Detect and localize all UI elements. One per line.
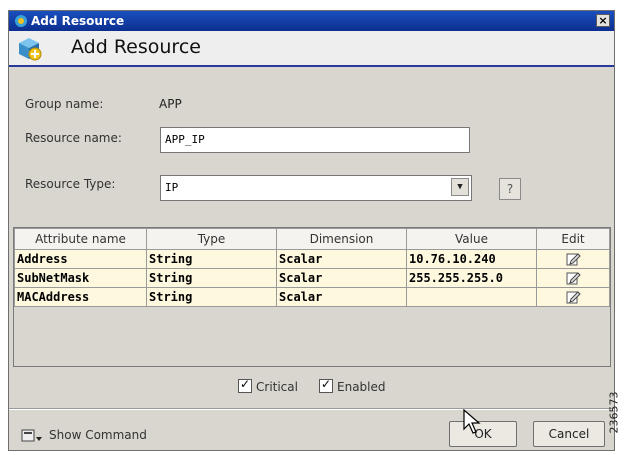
figure-id-text: 236573: [607, 391, 621, 434]
ok-button[interactable]: OK: [449, 421, 517, 447]
checkbox-checked-icon[interactable]: [238, 377, 252, 393]
add-resource-icon: [19, 38, 42, 61]
cell-type[interactable]: String: [146, 249, 277, 269]
cell-value[interactable]: [406, 287, 537, 307]
cell-value[interactable]: 10.76.10.240: [406, 249, 537, 269]
group-name-value: APP: [159, 97, 182, 111]
cell-dimension[interactable]: Scalar: [276, 287, 407, 307]
table-row[interactable]: Address String Scalar 10.76.10.240: [14, 249, 610, 269]
column-header-value[interactable]: Value: [406, 228, 537, 250]
mouse-cursor-icon: [463, 409, 481, 434]
table-header-row: Attribute name Type Dimension Value Edit: [14, 228, 610, 250]
help-button[interactable]: ?: [499, 178, 521, 200]
command-icon: [21, 429, 42, 441]
show-command-button[interactable]: Show Command: [21, 428, 147, 443]
footer-divider: [9, 408, 614, 410]
column-header-dimension[interactable]: Dimension: [276, 228, 407, 250]
enabled-label: Enabled: [337, 380, 386, 394]
window-title: Add Resource: [31, 14, 125, 28]
edit-icon[interactable]: [565, 290, 581, 304]
chevron-down-icon[interactable]: ▼: [451, 178, 469, 196]
resource-name-input[interactable]: APP_IP: [160, 127, 470, 153]
show-command-label: Show Command: [49, 428, 147, 442]
edit-icon[interactable]: [565, 271, 581, 285]
table-row[interactable]: MACAddress String Scalar: [14, 287, 610, 307]
resource-type-value: IP: [165, 181, 179, 194]
figure-id-label: 236573: [608, 378, 633, 448]
cell-edit[interactable]: [536, 287, 610, 307]
checkbox-checked-icon[interactable]: [319, 377, 333, 393]
group-name-label: Group name:: [25, 97, 104, 111]
cell-type[interactable]: String: [146, 287, 277, 307]
resource-type-select[interactable]: IP ▼: [160, 175, 472, 201]
dialog-heading: Add Resource: [71, 36, 201, 58]
title-bar[interactable]: Add Resource ×: [9, 11, 614, 31]
column-header-type[interactable]: Type: [146, 228, 277, 250]
dialog-header: Add Resource: [9, 31, 614, 67]
column-header-attribute-name[interactable]: Attribute name: [14, 228, 147, 250]
column-header-edit[interactable]: Edit: [536, 228, 610, 250]
add-resource-dialog: Add Resource × Add Resource Group name: …: [8, 10, 615, 451]
enabled-checkbox[interactable]: Enabled: [319, 377, 386, 394]
cell-edit[interactable]: [536, 268, 610, 288]
critical-label: Critical: [256, 380, 298, 394]
cell-value[interactable]: 255.255.255.0: [406, 268, 537, 288]
cancel-button[interactable]: Cancel: [533, 421, 605, 447]
cell-dimension[interactable]: Scalar: [276, 249, 407, 269]
close-button[interactable]: ×: [596, 14, 610, 27]
cell-attribute-name[interactable]: MACAddress: [14, 287, 147, 307]
cell-attribute-name[interactable]: Address: [14, 249, 147, 269]
attributes-table: Attribute name Type Dimension Value Edit…: [13, 227, 611, 367]
resource-name-label: Resource name:: [25, 131, 122, 145]
critical-checkbox[interactable]: Critical: [238, 377, 298, 394]
cell-edit[interactable]: [536, 249, 610, 269]
cell-attribute-name[interactable]: SubNetMask: [14, 268, 147, 288]
table-row[interactable]: SubNetMask String Scalar 255.255.255.0: [14, 268, 610, 288]
resource-app-icon: [15, 15, 27, 27]
edit-icon[interactable]: [565, 252, 581, 266]
cell-dimension[interactable]: Scalar: [276, 268, 407, 288]
resource-type-label: Resource Type:: [25, 177, 116, 191]
cell-type[interactable]: String: [146, 268, 277, 288]
